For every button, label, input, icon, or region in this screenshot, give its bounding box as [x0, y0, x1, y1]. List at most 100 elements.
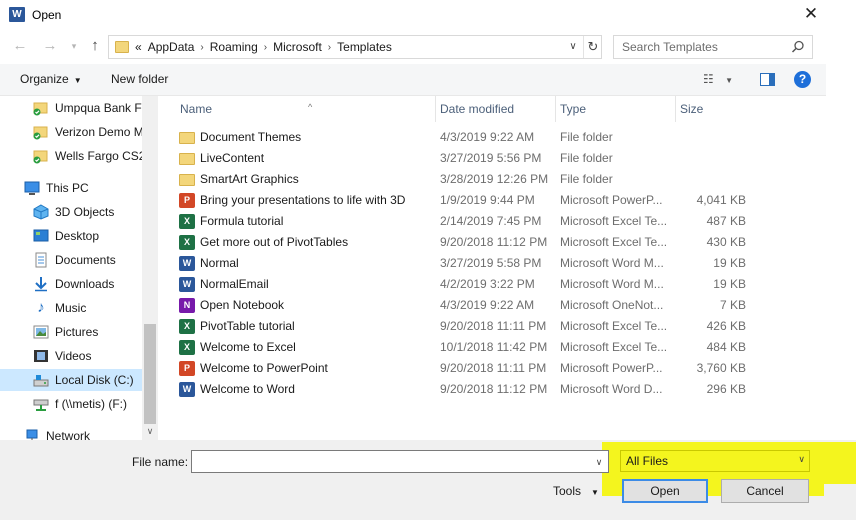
column-header-type[interactable]: Type — [554, 96, 676, 122]
nav-item-videos[interactable]: Videos — [33, 345, 91, 367]
scrollbar-thumb[interactable] — [144, 324, 156, 424]
folder-icon — [179, 132, 195, 144]
breadcrumb-item-templates[interactable]: Templates — [337, 40, 392, 54]
file-date-modified: 3/27/2019 5:56 PM — [440, 151, 542, 165]
nav-item-local-disk[interactable]: Local Disk (C:) — [0, 369, 142, 391]
nav-item-verizon[interactable]: Verizon Demo M — [33, 121, 144, 143]
column-label: Name — [180, 102, 213, 116]
cube-icon — [33, 204, 49, 220]
dialog-footer: File name: ∨ All Files ∨ Tools ▼ Open Can… — [0, 440, 856, 520]
file-row[interactable]: LiveContent 3/27/2019 5:56 PM File folder — [164, 148, 764, 169]
column-header-name[interactable]: Name ^ — [174, 96, 436, 122]
file-type: File folder — [560, 172, 613, 186]
file-type: File folder — [560, 151, 613, 165]
nav-label: 3D Objects — [55, 205, 115, 219]
breadcrumb-item-roaming[interactable]: Roaming — [210, 40, 258, 54]
nav-item-this-pc[interactable]: This PC — [24, 177, 89, 199]
nav-item-umpqua[interactable]: Umpqua Bank Fi — [33, 97, 144, 119]
column-header-date[interactable]: Date modified — [434, 96, 556, 122]
file-row[interactable]: SmartArt Graphics 3/28/2019 12:26 PM File … — [164, 169, 764, 190]
nav-item-music[interactable]: ♪ Music — [33, 297, 86, 319]
open-button[interactable]: Open — [622, 479, 708, 503]
search-icon[interactable] — [791, 40, 805, 54]
nav-item-3d-objects[interactable]: 3D Objects — [33, 201, 114, 223]
network-icon — [24, 428, 40, 440]
nav-item-network[interactable]: Network — [24, 425, 90, 440]
nav-item-desktop[interactable]: Desktop — [33, 225, 99, 247]
nav-item-downloads[interactable]: Downloads — [33, 273, 114, 295]
window-title: Open — [32, 8, 62, 22]
nav-label: Videos — [55, 349, 92, 363]
title-bar: W Open ✕ — [0, 0, 856, 30]
chevron-right-icon[interactable]: › — [264, 42, 267, 53]
file-row[interactable]: W Normal 3/27/2019 5:58 PM Microsoft Word M… — [164, 253, 764, 274]
breadcrumb-item-appdata[interactable]: AppData — [148, 40, 195, 54]
caret-down-icon: ▼ — [591, 488, 599, 497]
column-header-size[interactable]: Size — [674, 96, 758, 122]
refresh-icon[interactable]: ↻ — [583, 36, 602, 58]
new-folder-button[interactable]: New folder — [111, 72, 168, 86]
file-name: Get more out of PivotTables — [200, 235, 349, 249]
file-name: Welcome to Excel — [200, 340, 296, 354]
file-row[interactable]: X Formula tutorial 2/14/2019 7:45 PM Micros… — [164, 211, 764, 232]
up-arrow-icon[interactable]: ↑ — [85, 36, 105, 58]
file-name: Welcome to Word — [200, 382, 295, 396]
file-type-select[interactable]: All Files ∨ — [620, 450, 810, 472]
file-row[interactable]: X Welcome to Excel 10/1/2018 11:42 PM Micro… — [164, 337, 764, 358]
file-row[interactable]: W NormalEmail 4/2/2019 3:22 PM Microsoft Wo… — [164, 274, 764, 295]
breadcrumb-overflow[interactable]: « — [135, 40, 142, 54]
nav-label: Wells Fargo CS2 — [55, 149, 146, 163]
search-placeholder: Search Templates — [622, 40, 718, 54]
chevron-right-icon[interactable]: › — [328, 42, 331, 53]
file-row[interactable]: W Welcome to Word 9/20/2018 11:12 PM Micros… — [164, 379, 764, 400]
tools-button[interactable]: Tools ▼ — [553, 484, 599, 498]
file-size: 426 KB — [706, 319, 746, 333]
file-name: Welcome to PowerPoint — [200, 361, 328, 375]
file-row[interactable]: P Welcome to PowerPoint 9/20/2018 11:11 PM… — [164, 358, 764, 379]
breadcrumb-item-microsoft[interactable]: Microsoft — [273, 40, 322, 54]
help-icon[interactable]: ? — [794, 71, 811, 88]
search-input[interactable]: Search Templates — [613, 35, 813, 59]
chevron-right-icon[interactable]: › — [200, 42, 203, 53]
details-view-icon: ☷ — [703, 72, 714, 86]
nav-item-documents[interactable]: Documents — [33, 249, 116, 271]
file-row[interactable]: Document Themes 4/3/2019 9:22 AM File fold… — [164, 127, 764, 148]
nav-label: f (\\metis) (F:) — [55, 397, 127, 411]
file-date-modified: 9/20/2018 11:11 PM — [440, 319, 547, 333]
file-row[interactable]: N Open Notebook 4/3/2019 9:22 AM Microsoft … — [164, 295, 764, 316]
chevron-down-icon[interactable]: ∨ — [565, 39, 581, 55]
recent-locations-chevron-icon[interactable]: ▾ — [64, 36, 84, 58]
address-bar[interactable]: « AppData › Roaming › Microsoft › Templa… — [108, 35, 602, 59]
nav-label: This PC — [46, 181, 89, 195]
forward-arrow-icon[interactable]: → — [40, 36, 60, 58]
change-view-button[interactable]: ☷ ▼ — [703, 72, 739, 88]
file-size: 430 KB — [706, 235, 746, 249]
file-name-label: File name: — [132, 455, 189, 469]
chevron-down-icon[interactable]: ∨ — [592, 454, 606, 470]
file-row[interactable]: X Get more out of PivotTables 9/20/2018 11… — [164, 232, 764, 253]
file-name-field[interactable]: ∨ — [191, 450, 609, 473]
file-name: PivotTable tutorial — [200, 319, 295, 333]
file-row[interactable]: P Bring your presentations to life with 3… — [164, 190, 764, 211]
file-date-modified: 3/28/2019 12:26 PM — [440, 172, 549, 186]
file-size: 296 KB — [706, 382, 746, 396]
organize-button[interactable]: Organize ▼ — [20, 72, 82, 86]
file-type: Microsoft Excel Te... — [560, 235, 668, 249]
file-size: 487 KB — [706, 214, 746, 228]
preview-pane-icon[interactable] — [760, 73, 775, 86]
file-name: Open Notebook — [200, 298, 285, 312]
command-bar: Organize ▼ New folder ☷ ▼ ? — [0, 64, 826, 96]
back-arrow-icon[interactable]: ← — [10, 36, 30, 58]
nav-item-network-drive-f[interactable]: f (\\metis) (F:) — [33, 393, 127, 415]
nav-scrollbar[interactable]: ∨ — [142, 96, 158, 440]
nav-item-wells-fargo[interactable]: Wells Fargo CS2 — [33, 145, 145, 167]
caret-down-icon: ▼ — [725, 76, 734, 85]
caret-down-icon: ▼ — [73, 76, 82, 85]
close-icon[interactable]: ✕ — [800, 4, 822, 26]
cancel-button[interactable]: Cancel — [721, 479, 809, 503]
documents-icon — [33, 252, 49, 268]
file-type: Microsoft PowerP... — [560, 193, 663, 207]
file-row[interactable]: X PivotTable tutorial 9/20/2018 11:11 PM Mi… — [164, 316, 764, 337]
scroll-down-arrow-icon[interactable]: ∨ — [142, 424, 158, 438]
nav-item-pictures[interactable]: Pictures — [33, 321, 98, 343]
